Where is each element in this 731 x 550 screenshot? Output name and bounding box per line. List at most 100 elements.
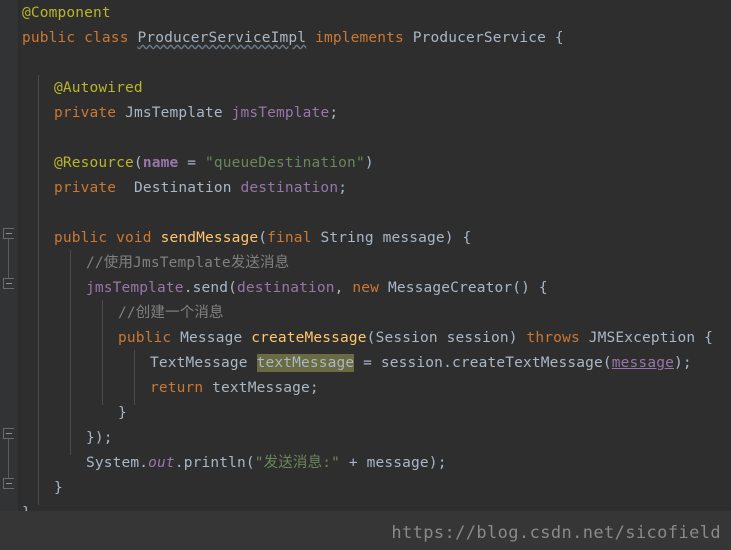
code-token: textMessage [256, 354, 355, 372]
code-token: ) [673, 355, 683, 371]
code-token: , [334, 280, 353, 296]
code-token: @Autowired [54, 80, 143, 96]
indent-guide [134, 350, 135, 405]
code-token: } [118, 405, 127, 421]
code-token: implements [315, 30, 404, 46]
code-token: String [320, 230, 374, 246]
code-token: .send( [183, 280, 237, 296]
code-token: destination [240, 180, 339, 196]
code-token: }); [86, 430, 113, 446]
code-token: + [339, 455, 367, 471]
code-token: destination [236, 280, 335, 296]
code-token: public [118, 330, 172, 346]
code-token: MessageCreator [387, 280, 513, 296]
code-token: ( [366, 330, 376, 346]
fold-gutter[interactable] [0, 0, 19, 550]
code-token: ; [309, 380, 319, 396]
code-token: public [54, 230, 108, 246]
code-line[interactable]: }); [86, 426, 113, 451]
code-token: .createTextMessage( [443, 355, 612, 371]
code-line[interactable]: @Resource(name = "queueDestination") [54, 151, 374, 176]
code-token: .println( [174, 455, 255, 471]
code-line[interactable]: TextMessage textMessage = session.create… [150, 351, 692, 376]
code-line[interactable]: private JmsTemplate jmsTemplate; [54, 101, 338, 126]
code-token: new [352, 280, 380, 296]
code-token: createMessage [251, 330, 367, 346]
code-line[interactable]: private Destination destination; [54, 176, 347, 201]
code-token: ) [364, 155, 374, 171]
code-line[interactable]: public Message createMessage(Session ses… [118, 326, 713, 351]
code-token: message [373, 230, 445, 246]
code-token: { [695, 330, 714, 346]
code-token: return [150, 380, 204, 396]
code-token: Message [180, 330, 243, 346]
fold-marker-icon[interactable] [3, 228, 14, 239]
code-token: = [178, 155, 205, 171]
code-token: } [54, 480, 63, 496]
code-line[interactable]: } [118, 401, 127, 426]
code-token: sendMessage [160, 230, 259, 246]
code-line[interactable]: //使用JmsTemplate发送消息 [86, 251, 289, 276]
code-token: "queueDestination" [204, 155, 365, 171]
code-token: ProducerServiceImpl [137, 30, 307, 46]
code-token: out [148, 455, 175, 471]
watermark-url: https://blog.csdn.net/sicofield [391, 523, 721, 543]
code-token: { [545, 30, 564, 46]
code-token: textMessage [212, 380, 310, 396]
code-token: private [54, 180, 117, 196]
code-token: ) { [444, 230, 472, 246]
code-line[interactable]: @Component [22, 1, 111, 26]
code-token: session [437, 330, 509, 346]
fold-region-line [8, 439, 9, 478]
code-line[interactable]: //创建一个消息 [118, 301, 224, 326]
code-token: Session [375, 330, 438, 346]
code-token: ; [682, 355, 692, 371]
code-line[interactable]: jmsTemplate.send(destination, new Messag… [86, 276, 548, 301]
fold-marker-icon[interactable] [3, 428, 14, 439]
code-token: session [380, 355, 444, 371]
code-token: ) [508, 330, 527, 346]
code-line[interactable]: } [54, 476, 63, 501]
code-token: ( [258, 230, 268, 246]
code-token: class [84, 30, 129, 46]
code-token: //创建一个消息 [118, 305, 224, 321]
code-token: void [116, 230, 152, 246]
code-token: @Component [22, 5, 111, 21]
code-token: jmsTemplate [231, 105, 330, 121]
code-line[interactable]: return textMessage; [150, 376, 319, 401]
fold-marker-icon[interactable] [3, 478, 14, 489]
code-token: System [86, 455, 140, 471]
code-token: = [354, 355, 381, 371]
code-token: TextMessage [150, 355, 248, 371]
watermark-band: https://blog.csdn.net/sicofield [0, 511, 731, 550]
code-editor[interactable]: @Component public class ProducerServiceIm… [0, 0, 731, 550]
code-line[interactable]: System.out.println("发送消息:" + message); [86, 451, 447, 476]
code-token: ProducerService [412, 30, 546, 46]
code-line[interactable]: public void sendMessage(final String mes… [54, 226, 471, 251]
code-token: throws [526, 330, 580, 346]
code-token: ) [428, 455, 438, 471]
fold-region-line [8, 239, 9, 278]
code-token: ; [329, 105, 339, 121]
code-area[interactable]: @Component public class ProducerServiceIm… [18, 0, 731, 550]
code-token: public [22, 30, 76, 46]
code-token: JMSException [588, 330, 696, 346]
indent-guide [70, 250, 71, 455]
code-line[interactable]: @Autowired [54, 76, 143, 101]
fold-marker-icon[interactable] [3, 278, 14, 289]
code-token: ; [338, 180, 348, 196]
code-line[interactable]: public class ProducerServiceImpl impleme… [22, 26, 564, 51]
